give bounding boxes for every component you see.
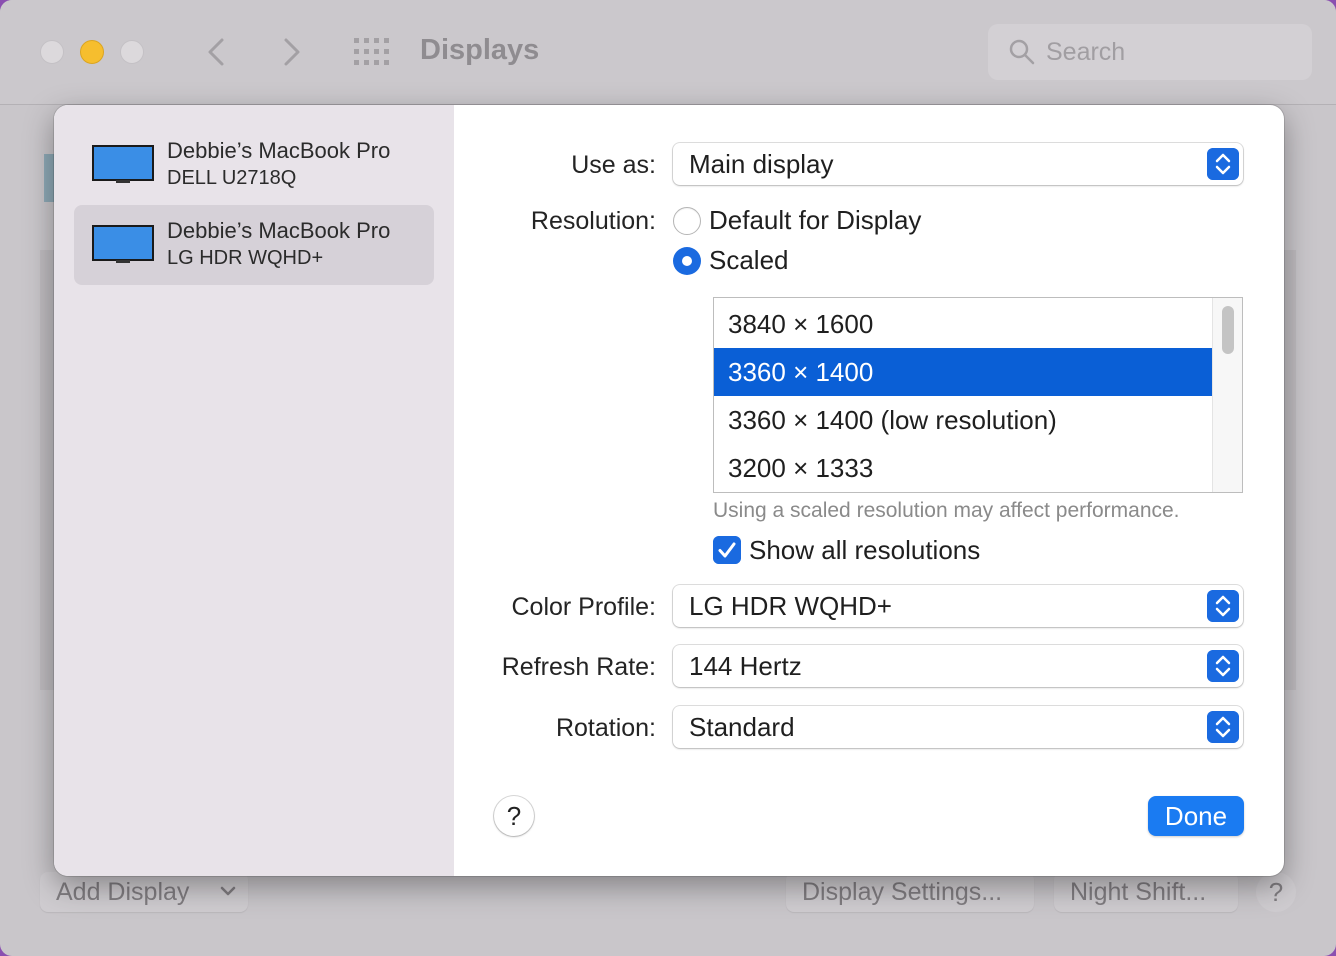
add-display-label: Add Display bbox=[56, 878, 190, 906]
color-profile-value: LG HDR WQHD+ bbox=[689, 591, 892, 621]
resolution-label: Resolution: bbox=[530, 207, 656, 235]
window-title: Displays bbox=[420, 34, 540, 66]
use-as-value: Main display bbox=[689, 149, 834, 179]
search-field[interactable] bbox=[988, 24, 1312, 80]
help-button[interactable]: ? bbox=[494, 796, 534, 836]
display-settings-button[interactable]: Display Settings... bbox=[786, 872, 1034, 912]
resolution-list[interactable]: 3840 × 1600 3360 × 1400 3360 × 1400 (low… bbox=[713, 297, 1243, 493]
up-down-chevron-icon bbox=[1207, 590, 1239, 622]
search-input[interactable] bbox=[1046, 34, 1296, 70]
use-as-popup[interactable]: Main display bbox=[673, 143, 1243, 185]
resolution-row[interactable]: 3360 × 1400 (low resolution) bbox=[714, 396, 1212, 444]
scaled-label: Scaled bbox=[709, 245, 789, 275]
close-window-button[interactable] bbox=[40, 40, 64, 64]
scaled-radio[interactable] bbox=[673, 247, 701, 275]
rotation-label: Rotation: bbox=[555, 714, 656, 742]
back-arrow-icon[interactable] bbox=[200, 32, 232, 72]
color-profile-popup[interactable]: LG HDR WQHD+ bbox=[673, 585, 1243, 627]
monitor-icon bbox=[92, 145, 154, 183]
up-down-chevron-icon bbox=[1207, 711, 1239, 743]
resolution-row-selected[interactable]: 3360 × 1400 bbox=[714, 348, 1212, 396]
up-down-chevron-icon bbox=[1207, 148, 1239, 180]
scrollbar-thumb[interactable] bbox=[1222, 306, 1234, 354]
display-model: LG HDR WQHD+ bbox=[167, 247, 324, 269]
done-button[interactable]: Done bbox=[1148, 796, 1244, 836]
up-down-chevron-icon bbox=[1207, 650, 1239, 682]
use-as-label: Use as: bbox=[571, 151, 656, 179]
system-preferences-window: Displays Add Display Display Settings...… bbox=[0, 0, 1336, 956]
default-for-display-label: Default for Display bbox=[709, 205, 922, 235]
scaled-performance-note: Using a scaled resolution may affect per… bbox=[713, 499, 1180, 522]
monitor-icon bbox=[92, 225, 154, 263]
rotation-value: Standard bbox=[689, 712, 795, 742]
chevron-down-icon bbox=[220, 886, 236, 896]
forward-arrow-icon[interactable] bbox=[276, 32, 308, 72]
resolution-scrollbar[interactable] bbox=[1212, 298, 1242, 492]
default-for-display-radio[interactable] bbox=[673, 207, 701, 235]
refresh-rate-value: 144 Hertz bbox=[689, 651, 802, 681]
zoom-window-button[interactable] bbox=[120, 40, 144, 64]
refresh-rate-label: Refresh Rate: bbox=[501, 653, 656, 681]
display-model: DELL U2718Q bbox=[167, 167, 297, 189]
search-icon bbox=[1009, 39, 1035, 65]
refresh-rate-popup[interactable]: 144 Hertz bbox=[673, 645, 1243, 687]
show-all-resolutions-checkbox[interactable] bbox=[713, 536, 741, 564]
add-display-button[interactable]: Add Display bbox=[40, 872, 248, 912]
rotation-popup[interactable]: Standard bbox=[673, 706, 1243, 748]
minimize-window-button[interactable] bbox=[80, 40, 104, 64]
night-shift-button[interactable]: Night Shift... bbox=[1054, 872, 1238, 912]
title-bar: Displays bbox=[0, 0, 1336, 105]
resolution-row[interactable]: 3200 × 1333 bbox=[714, 444, 1212, 492]
resolution-row[interactable]: 3840 × 1600 bbox=[714, 300, 1212, 348]
show-all-resolutions-label: Show all resolutions bbox=[749, 535, 981, 565]
color-profile-label: Color Profile: bbox=[511, 593, 657, 621]
show-all-grid-icon[interactable] bbox=[354, 38, 390, 66]
display-settings-sheet: Debbie’s MacBook Pro DELL U2718Q Debbie’… bbox=[54, 105, 1284, 876]
background-display-thumbnail bbox=[44, 154, 54, 202]
background-help-button[interactable]: ? bbox=[1256, 872, 1296, 912]
